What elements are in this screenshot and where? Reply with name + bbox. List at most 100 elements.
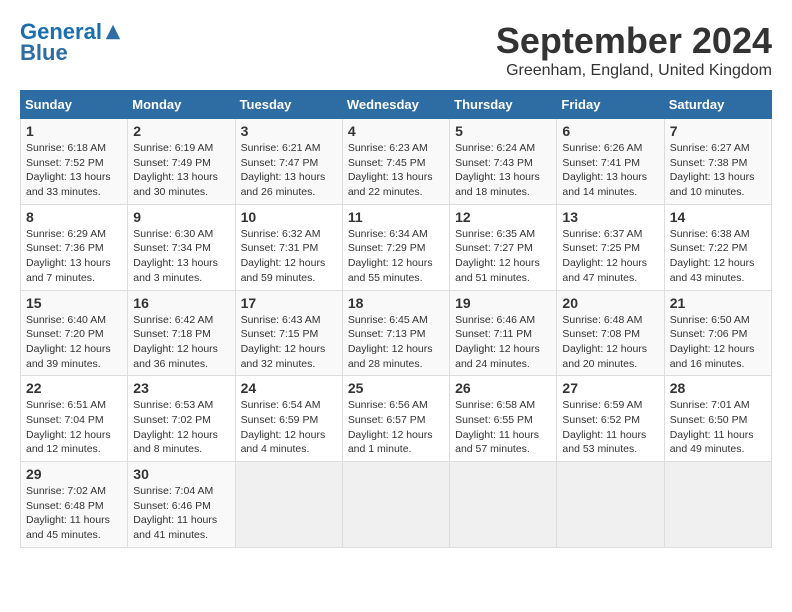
table-row: 16Sunrise: 6:42 AM Sunset: 7:18 PM Dayli… bbox=[128, 290, 235, 376]
page-subtitle: Greenham, England, United Kingdom bbox=[496, 62, 772, 80]
day-number: 8 bbox=[26, 209, 122, 225]
day-info: Sunrise: 6:26 AM Sunset: 7:41 PM Dayligh… bbox=[562, 141, 658, 200]
table-row: 5 Sunrise: 6:24 AM Sunset: 7:43 PM Daylig… bbox=[450, 119, 557, 205]
day-number: 25 bbox=[348, 380, 444, 396]
table-row: 30 Sunrise: 7:04 AM Sunset: 6:46 PM Dayli… bbox=[128, 462, 235, 548]
calendar-week-2: 8 Sunrise: 6:29 AM Sunset: 7:36 PM Daylig… bbox=[21, 204, 772, 290]
table-row: 26Sunrise: 6:58 AM Sunset: 6:55 PM Dayli… bbox=[450, 376, 557, 462]
col-sunday: Sunday bbox=[21, 91, 128, 119]
table-row: 7 Sunrise: 6:27 AM Sunset: 7:38 PM Daylig… bbox=[664, 119, 771, 205]
table-row: 23 Sunrise: 6:53 AM Sunset: 7:02 PM Dayli… bbox=[128, 376, 235, 462]
day-number: 23 bbox=[133, 380, 229, 396]
day-number: 15 bbox=[26, 295, 122, 311]
day-info: Sunrise: 6:23 AM Sunset: 7:45 PM Dayligh… bbox=[348, 141, 444, 200]
table-row: 19 Sunrise: 6:46 AM Sunset: 7:11 PM Dayli… bbox=[450, 290, 557, 376]
day-number: 11 bbox=[348, 209, 444, 225]
table-row bbox=[664, 462, 771, 548]
day-info: Sunrise: 6:37 AM Sunset: 7:25 PM Dayligh… bbox=[562, 227, 658, 286]
day-info: Sunrise: 6:42 AM Sunset: 7:18 PM Dayligh… bbox=[133, 313, 229, 372]
header: General Blue September 2024 Greenham, En… bbox=[20, 20, 772, 80]
col-saturday: Saturday bbox=[664, 91, 771, 119]
day-number: 6 bbox=[562, 123, 658, 139]
table-row: 25 Sunrise: 6:56 AM Sunset: 6:57 PM Dayli… bbox=[342, 376, 449, 462]
calendar-week-5: 29 Sunrise: 7:02 AM Sunset: 6:48 PM Dayli… bbox=[21, 462, 772, 548]
table-row: 4 Sunrise: 6:23 AM Sunset: 7:45 PM Daylig… bbox=[342, 119, 449, 205]
day-info: Sunrise: 6:51 AM Sunset: 7:04 PM Dayligh… bbox=[26, 398, 122, 457]
day-number: 21 bbox=[670, 295, 766, 311]
day-number: 12 bbox=[455, 209, 551, 225]
table-row: 20 Sunrise: 6:48 AM Sunset: 7:08 PM Dayli… bbox=[557, 290, 664, 376]
day-info: Sunrise: 6:48 AM Sunset: 7:08 PM Dayligh… bbox=[562, 313, 658, 372]
day-info: Sunrise: 6:54 AM Sunset: 6:59 PM Dayligh… bbox=[241, 398, 337, 457]
day-number: 1 bbox=[26, 123, 122, 139]
table-row: 3Sunrise: 6:21 AM Sunset: 7:47 PM Daylig… bbox=[235, 119, 342, 205]
col-wednesday: Wednesday bbox=[342, 91, 449, 119]
day-number: 27 bbox=[562, 380, 658, 396]
table-row: 13 Sunrise: 6:37 AM Sunset: 7:25 PM Dayli… bbox=[557, 204, 664, 290]
table-row: 24Sunrise: 6:54 AM Sunset: 6:59 PM Dayli… bbox=[235, 376, 342, 462]
day-number: 26 bbox=[455, 380, 551, 396]
table-row: 1Sunrise: 6:18 AM Sunset: 7:52 PM Daylig… bbox=[21, 119, 128, 205]
table-row bbox=[235, 462, 342, 548]
day-info: Sunrise: 6:53 AM Sunset: 7:02 PM Dayligh… bbox=[133, 398, 229, 457]
table-row: 18 Sunrise: 6:45 AM Sunset: 7:13 PM Dayli… bbox=[342, 290, 449, 376]
day-number: 9 bbox=[133, 209, 229, 225]
table-row: 28Sunrise: 7:01 AM Sunset: 6:50 PM Dayli… bbox=[664, 376, 771, 462]
day-number: 5 bbox=[455, 123, 551, 139]
day-number: 3 bbox=[241, 123, 337, 139]
col-friday: Friday bbox=[557, 91, 664, 119]
calendar-week-3: 15Sunrise: 6:40 AM Sunset: 7:20 PM Dayli… bbox=[21, 290, 772, 376]
day-info: Sunrise: 7:02 AM Sunset: 6:48 PM Dayligh… bbox=[26, 484, 122, 543]
table-row: 14 Sunrise: 6:38 AM Sunset: 7:22 PM Dayli… bbox=[664, 204, 771, 290]
day-number: 29 bbox=[26, 466, 122, 482]
title-block: September 2024 Greenham, England, United… bbox=[496, 20, 772, 80]
table-row: 21Sunrise: 6:50 AM Sunset: 7:06 PM Dayli… bbox=[664, 290, 771, 376]
day-number: 2 bbox=[133, 123, 229, 139]
day-number: 30 bbox=[133, 466, 229, 482]
day-number: 18 bbox=[348, 295, 444, 311]
day-info: Sunrise: 6:45 AM Sunset: 7:13 PM Dayligh… bbox=[348, 313, 444, 372]
day-number: 4 bbox=[348, 123, 444, 139]
table-row bbox=[450, 462, 557, 548]
table-row bbox=[557, 462, 664, 548]
table-row: 12 Sunrise: 6:35 AM Sunset: 7:27 PM Dayli… bbox=[450, 204, 557, 290]
day-number: 20 bbox=[562, 295, 658, 311]
table-row: 29 Sunrise: 7:02 AM Sunset: 6:48 PM Dayli… bbox=[21, 462, 128, 548]
col-thursday: Thursday bbox=[450, 91, 557, 119]
day-number: 28 bbox=[670, 380, 766, 396]
table-row bbox=[342, 462, 449, 548]
table-row: 17 Sunrise: 6:43 AM Sunset: 7:15 PM Dayli… bbox=[235, 290, 342, 376]
day-info: Sunrise: 6:35 AM Sunset: 7:27 PM Dayligh… bbox=[455, 227, 551, 286]
day-info: Sunrise: 6:46 AM Sunset: 7:11 PM Dayligh… bbox=[455, 313, 551, 372]
table-row: 15Sunrise: 6:40 AM Sunset: 7:20 PM Dayli… bbox=[21, 290, 128, 376]
day-info: Sunrise: 6:27 AM Sunset: 7:38 PM Dayligh… bbox=[670, 141, 766, 200]
day-number: 13 bbox=[562, 209, 658, 225]
day-number: 7 bbox=[670, 123, 766, 139]
day-info: Sunrise: 6:43 AM Sunset: 7:15 PM Dayligh… bbox=[241, 313, 337, 372]
table-row: 11Sunrise: 6:34 AM Sunset: 7:29 PM Dayli… bbox=[342, 204, 449, 290]
table-row: 9 Sunrise: 6:30 AM Sunset: 7:34 PM Daylig… bbox=[128, 204, 235, 290]
day-info: Sunrise: 7:04 AM Sunset: 6:46 PM Dayligh… bbox=[133, 484, 229, 543]
table-row: 8 Sunrise: 6:29 AM Sunset: 7:36 PM Daylig… bbox=[21, 204, 128, 290]
table-row: 2 Sunrise: 6:19 AM Sunset: 7:49 PM Daylig… bbox=[128, 119, 235, 205]
day-info: Sunrise: 6:38 AM Sunset: 7:22 PM Dayligh… bbox=[670, 227, 766, 286]
day-number: 19 bbox=[455, 295, 551, 311]
day-info: Sunrise: 6:59 AM Sunset: 6:52 PM Dayligh… bbox=[562, 398, 658, 457]
day-number: 14 bbox=[670, 209, 766, 225]
table-row: 27 Sunrise: 6:59 AM Sunset: 6:52 PM Dayli… bbox=[557, 376, 664, 462]
logo: General Blue bbox=[20, 20, 122, 66]
day-info: Sunrise: 6:24 AM Sunset: 7:43 PM Dayligh… bbox=[455, 141, 551, 200]
calendar-table: Sunday Monday Tuesday Wednesday Thursday… bbox=[20, 90, 772, 548]
table-row: 6 Sunrise: 6:26 AM Sunset: 7:41 PM Daylig… bbox=[557, 119, 664, 205]
day-info: Sunrise: 6:56 AM Sunset: 6:57 PM Dayligh… bbox=[348, 398, 444, 457]
day-number: 22 bbox=[26, 380, 122, 396]
day-number: 17 bbox=[241, 295, 337, 311]
col-tuesday: Tuesday bbox=[235, 91, 342, 119]
table-row: 22 Sunrise: 6:51 AM Sunset: 7:04 PM Dayli… bbox=[21, 376, 128, 462]
page-title: September 2024 bbox=[496, 20, 772, 62]
table-row: 10Sunrise: 6:32 AM Sunset: 7:31 PM Dayli… bbox=[235, 204, 342, 290]
day-info: Sunrise: 6:29 AM Sunset: 7:36 PM Dayligh… bbox=[26, 227, 122, 286]
day-info: Sunrise: 6:30 AM Sunset: 7:34 PM Dayligh… bbox=[133, 227, 229, 286]
calendar-header-row: Sunday Monday Tuesday Wednesday Thursday… bbox=[21, 91, 772, 119]
day-info: Sunrise: 6:19 AM Sunset: 7:49 PM Dayligh… bbox=[133, 141, 229, 200]
